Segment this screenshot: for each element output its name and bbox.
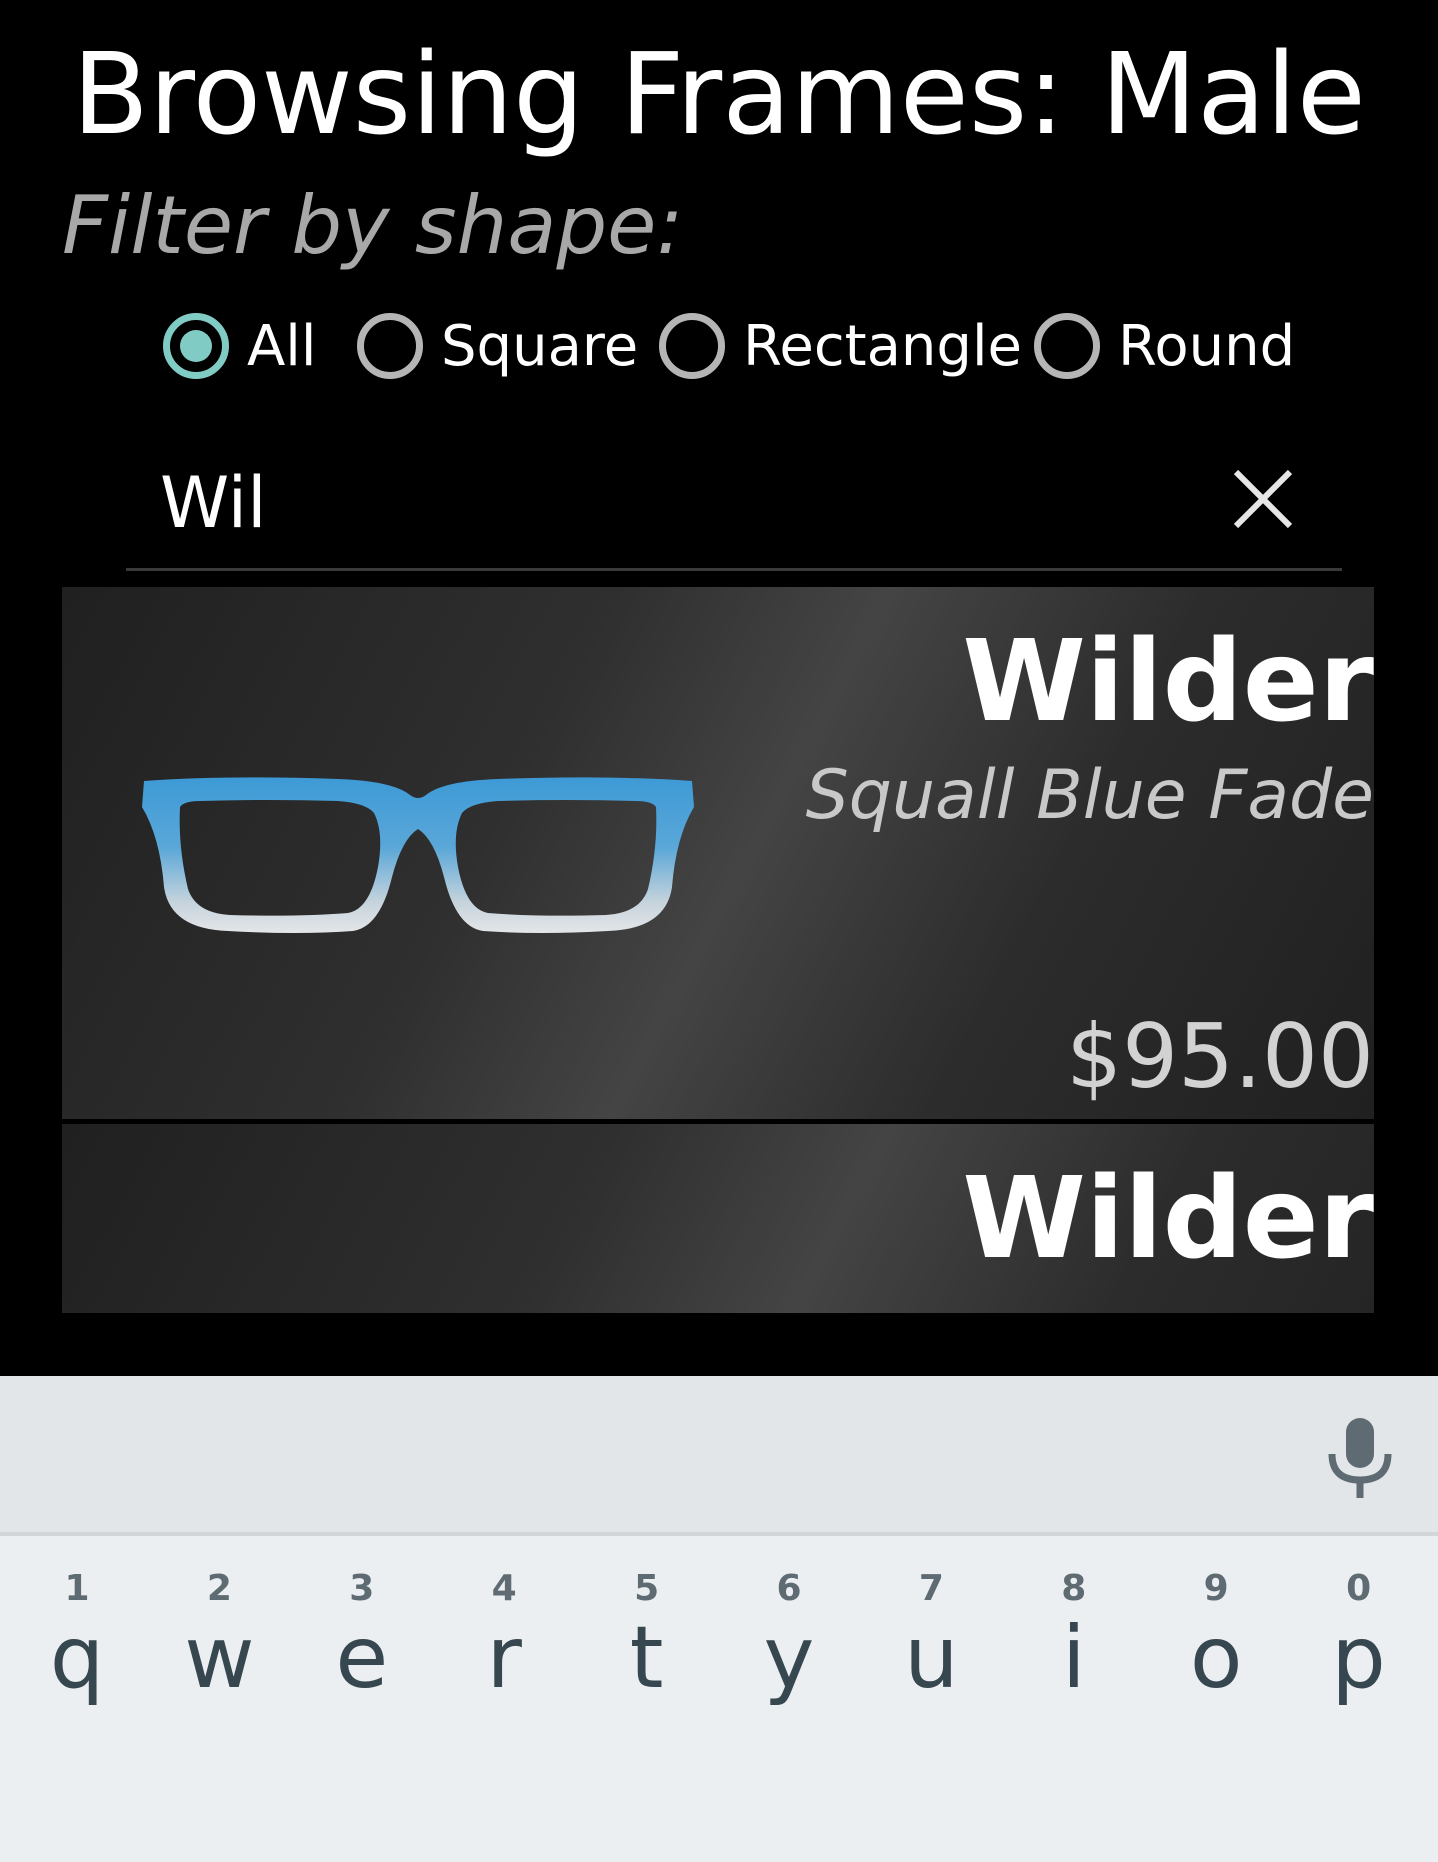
key-label: e [335, 1608, 389, 1708]
radio-label: Square [441, 313, 639, 379]
key-hint: 2 [206, 1568, 232, 1609]
radio-label: Rectangle [743, 313, 1022, 379]
key-label: o [1189, 1608, 1243, 1708]
key-hint: 1 [64, 1568, 90, 1609]
frame-card[interactable]: Wilder [62, 1124, 1374, 1313]
key-label: i [1061, 1608, 1086, 1708]
radio-circle-checked [163, 313, 229, 379]
key-label: t [629, 1608, 664, 1708]
radio-round[interactable]: Round [1034, 300, 1295, 392]
eyeglasses-icon [142, 777, 694, 933]
soft-keyboard: 1q2w3e4r5t6y7u8i9o0p [0, 1376, 1438, 1862]
shape-filter-group: All Square Rectangle Round [0, 300, 1438, 392]
frame-card[interactable]: Wilder Squall Blue Fade $95.00 [62, 587, 1374, 1119]
key-hint: 7 [918, 1568, 944, 1609]
radio-rectangle[interactable]: Rectangle [659, 300, 1022, 392]
radio-circle [659, 313, 725, 379]
key-p[interactable]: 0p [1288, 1568, 1430, 1768]
key-hint: 9 [1203, 1568, 1229, 1609]
key-label: u [904, 1608, 959, 1708]
radio-circle [357, 313, 423, 379]
suggestion-bar [0, 1376, 1438, 1536]
key-u[interactable]: 7u [860, 1568, 1002, 1768]
key-o[interactable]: 9o [1145, 1568, 1287, 1768]
filter-label: Filter by shape: [62, 179, 684, 272]
key-hint: 3 [349, 1568, 375, 1609]
key-r[interactable]: 4r [433, 1568, 575, 1768]
key-t[interactable]: 5t [576, 1568, 718, 1768]
frame-name: Wilder [962, 617, 1374, 747]
frame-color: Squall Blue Fade [805, 756, 1374, 835]
radio-all[interactable]: All [163, 300, 316, 392]
page-title: Browsing Frames: Male [72, 30, 1366, 160]
search-input[interactable] [160, 458, 1160, 548]
key-label: w [184, 1608, 255, 1708]
key-hint: 4 [491, 1568, 517, 1609]
radio-square[interactable]: Square [357, 300, 638, 392]
key-hint: 5 [634, 1568, 660, 1609]
key-q[interactable]: 1q [6, 1568, 148, 1768]
key-w[interactable]: 2w [148, 1568, 290, 1768]
frame-price: $95.00 [1066, 1005, 1374, 1108]
key-label: q [49, 1608, 105, 1708]
key-label: y [763, 1608, 815, 1708]
radio-circle [1034, 313, 1100, 379]
results-list: Wilder Squall Blue Fade $95.00 Wilder [62, 587, 1374, 1313]
key-i[interactable]: 8i [1003, 1568, 1145, 1768]
microphone-icon[interactable] [1320, 1416, 1400, 1500]
radio-label: Round [1118, 313, 1296, 379]
search-field [126, 450, 1342, 571]
key-y[interactable]: 6y [718, 1568, 860, 1768]
key-e[interactable]: 3e [291, 1568, 433, 1768]
radio-label: All [247, 313, 317, 379]
key-hint: 8 [1061, 1568, 1087, 1609]
key-label: r [486, 1608, 522, 1708]
frame-name: Wilder [962, 1154, 1374, 1284]
key-hint: 0 [1346, 1568, 1372, 1609]
key-hint: 6 [776, 1568, 802, 1609]
key-label: p [1331, 1608, 1386, 1708]
close-icon[interactable] [1228, 464, 1298, 534]
